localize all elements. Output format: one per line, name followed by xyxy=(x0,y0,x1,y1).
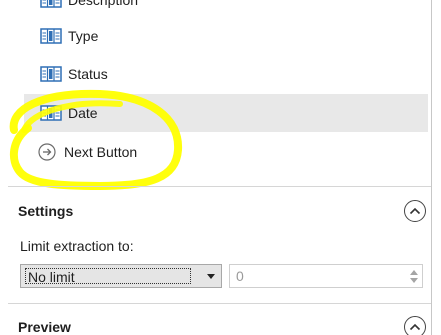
field-list: Description Type Status Date Next Button xyxy=(8,0,428,178)
table-column-icon xyxy=(40,105,62,121)
settings-section-header[interactable]: Settings xyxy=(8,197,432,227)
section-divider xyxy=(8,303,432,304)
field-item-label: Status xyxy=(68,66,108,82)
extraction-panel: Description Type Status Date Next Button… xyxy=(0,0,441,335)
limit-number-value: 0 xyxy=(236,268,244,284)
panel-right-border xyxy=(431,0,432,335)
field-item-label: Description xyxy=(68,0,139,8)
limit-select-value: No limit xyxy=(25,268,191,285)
limit-extraction-label: Limit extraction to: xyxy=(20,238,134,254)
next-button-item[interactable]: Next Button xyxy=(16,137,428,167)
field-item-status[interactable]: Status xyxy=(24,55,428,93)
arrow-right-circle-icon xyxy=(38,143,56,161)
field-item-label: Type xyxy=(68,28,99,44)
table-column-icon xyxy=(40,0,62,8)
limit-extraction-select[interactable]: No limit xyxy=(20,264,222,288)
section-divider xyxy=(8,186,432,187)
field-item-type[interactable]: Type xyxy=(24,17,428,55)
dropdown-arrow-icon xyxy=(207,274,215,279)
next-button-label: Next Button xyxy=(64,144,138,160)
settings-collapse-button[interactable] xyxy=(404,200,426,222)
field-item-date[interactable]: Date xyxy=(24,94,428,132)
preview-collapse-button[interactable] xyxy=(404,316,426,335)
chevron-up-icon xyxy=(409,207,421,215)
spin-down-icon[interactable] xyxy=(409,277,419,285)
table-column-icon xyxy=(40,66,62,82)
field-item-label: Date xyxy=(68,105,98,121)
limit-number-stepper[interactable]: 0 xyxy=(229,264,423,288)
settings-title: Settings xyxy=(18,203,74,219)
spin-up-icon[interactable] xyxy=(409,268,419,276)
chevron-up-icon xyxy=(409,323,421,331)
table-column-icon xyxy=(40,28,62,44)
preview-title: Preview xyxy=(18,319,71,335)
preview-section-header[interactable]: Preview xyxy=(8,313,432,335)
